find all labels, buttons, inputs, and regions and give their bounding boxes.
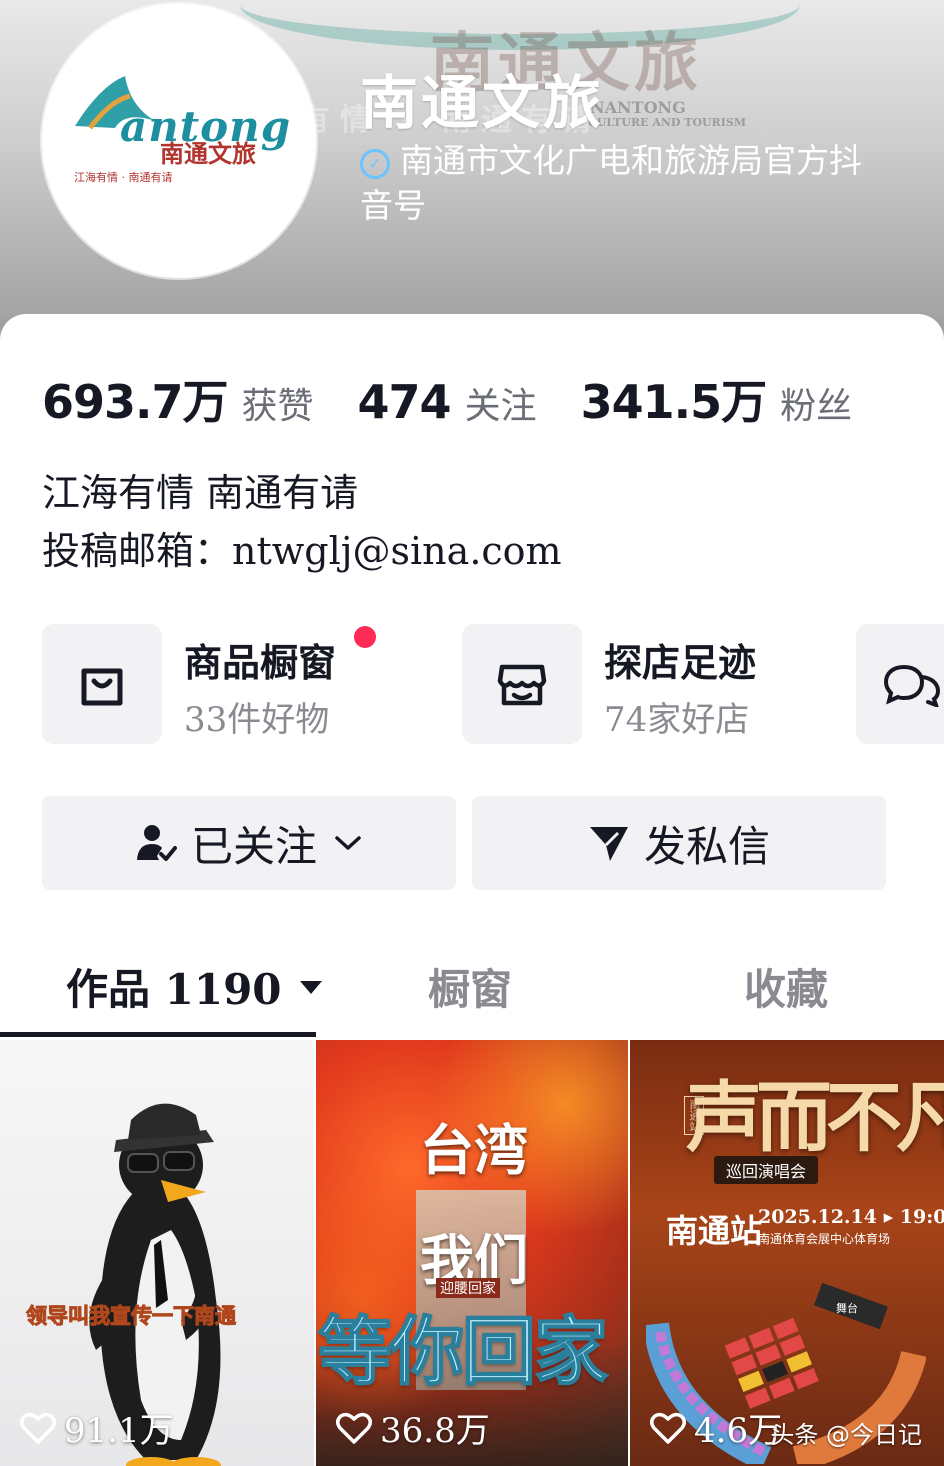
tab-works-label: 作品 1190 [66, 965, 282, 1014]
stat-following-label[interactable]: 关注 [465, 377, 537, 429]
active-tab-indicator [0, 1032, 316, 1037]
stat-likes-value: 693.7万 [42, 375, 229, 429]
avatar[interactable]: antong 南通文旅 江海有情 · 南通有请 [42, 4, 316, 278]
video-thumb-2[interactable]: 台湾 我们 迎腰回家 等你回家 36.8万 [316, 1040, 628, 1466]
chevron-down-icon [335, 836, 361, 850]
tab-works[interactable]: 作品 1190 [66, 956, 324, 1017]
video-3-likes: 4.6万 [650, 1403, 782, 1452]
heart-icon [20, 1412, 56, 1444]
stat-followers-label[interactable]: 粉丝 [780, 377, 852, 429]
video-3-station: 南通站 [666, 1212, 763, 1250]
video-3-likes-count: 4.6万 [694, 1411, 783, 1451]
verification-text: 南通市文化广电和旅游局官方抖音号 [360, 141, 862, 225]
stat-likes-label: 获赞 [241, 386, 314, 427]
video-thumb-3[interactable]: 南通站 声而不凡 巡回演唱会 南通站 2025.12.14 ▸ 19:00 南通… [630, 1040, 944, 1466]
video-2-likes-count: 36.8万 [380, 1411, 490, 1451]
profile-actions: 已关注 发私信 [42, 796, 886, 890]
caret-down-icon [299, 980, 322, 994]
header-bg-en-2: CULTURE AND TOURISM [588, 116, 747, 129]
video-grid: 领导叫我宣传一下南通 91.1万 台湾 我们 迎腰回家 等你回家 36.8万 南… [0, 1040, 944, 1466]
stats-row: 693.7万 获赞 474 关注 341.5万 粉丝 [42, 366, 896, 432]
bio-line-2: 投稿邮箱：ntwglj@sina.com [42, 529, 562, 573]
video-thumb-1[interactable]: 领导叫我宣传一下南通 91.1万 [0, 1040, 314, 1466]
tile-store-visits-title[interactable]: 探店足迹 [604, 632, 756, 687]
stat-following-value[interactable]: 474 [358, 375, 452, 429]
bio: 江海有情 南通有请 投稿邮箱：ntwglj@sina.com [42, 464, 562, 580]
send-icon [589, 827, 628, 861]
stat-followers-value[interactable]: 341.5万 [581, 366, 768, 432]
video-1-likes-count: 91.1万 [64, 1411, 174, 1451]
video-3-title: 声而不凡 [686, 1073, 944, 1162]
send-message-button[interactable]: 发私信 [472, 796, 886, 890]
tab-shop-window[interactable]: 橱窗 [428, 956, 512, 1017]
following-label: 已关注 [190, 821, 317, 871]
video-1-likes: 91.1万 [20, 1403, 174, 1452]
heart-icon [650, 1412, 686, 1444]
following-button[interactable]: 已关注 [42, 796, 456, 890]
header-bg-en-1: NANTONG [590, 98, 686, 117]
video-1-caption: 领导叫我宣传一下南通 [26, 1304, 237, 1329]
logo-name: 南通文旅 [160, 139, 256, 168]
bio-line-1: 江海有情 南通有请 [42, 471, 359, 515]
chat-bubbles-icon [883, 664, 940, 707]
send-message-label: 发私信 [643, 821, 770, 871]
profile-card: 693.7万 获赞 474 关注 341.5万 粉丝 江海有情 南通有请 投稿邮… [0, 314, 944, 1466]
video-3-subtitle: 巡回演唱会 [714, 1156, 819, 1184]
video-3-venue: 南通体育会展中心体育场 [758, 1232, 891, 1246]
video-2-likes: 36.8万 [336, 1403, 490, 1452]
logo-slogan: 江海有情 · 南通有请 [74, 171, 173, 184]
feature-tiles: 商品橱窗 33件好物 探店足迹 74家好店 [42, 624, 944, 744]
video-2-caption-big: 等你回家 [317, 1308, 609, 1396]
watermark: 头条 @今日记 [770, 1421, 922, 1449]
tab-favorites[interactable]: 收藏 [744, 956, 828, 1017]
verification-line: ✓ 南通市文化广电和旅游局官方抖音号 [360, 138, 880, 228]
notification-dot [354, 626, 376, 648]
account-name: 南通文旅 [360, 69, 605, 137]
tile-store-visits[interactable] [462, 624, 582, 744]
video-3-stage-label: 舞台 [836, 1301, 858, 1315]
content-tabs: 作品 1190 橱窗 收藏 [0, 944, 944, 1037]
tile-shop-window-title[interactable]: 商品橱窗 [184, 632, 336, 687]
tile-group-chat[interactable] [856, 624, 944, 744]
shopping-bag-icon [81, 668, 123, 706]
verified-badge-icon: ✓ [360, 149, 390, 179]
tile-shop-window[interactable] [42, 624, 162, 744]
video-2-caption-top: 台湾 [420, 1119, 528, 1182]
video-3-datetime: 2025.12.14 ▸ 19:00 [758, 1206, 944, 1228]
tile-shop-window-subtitle[interactable]: 33件好物 [184, 692, 329, 741]
tile-store-visits-subtitle[interactable]: 74家好店 [604, 692, 749, 741]
user-check-icon [136, 825, 177, 861]
profile-header-background: 南通文旅 有情 · 南通有请 NANTONG CULTURE AND TOURI… [0, 0, 944, 340]
store-icon [497, 664, 547, 706]
heart-icon [336, 1412, 372, 1444]
